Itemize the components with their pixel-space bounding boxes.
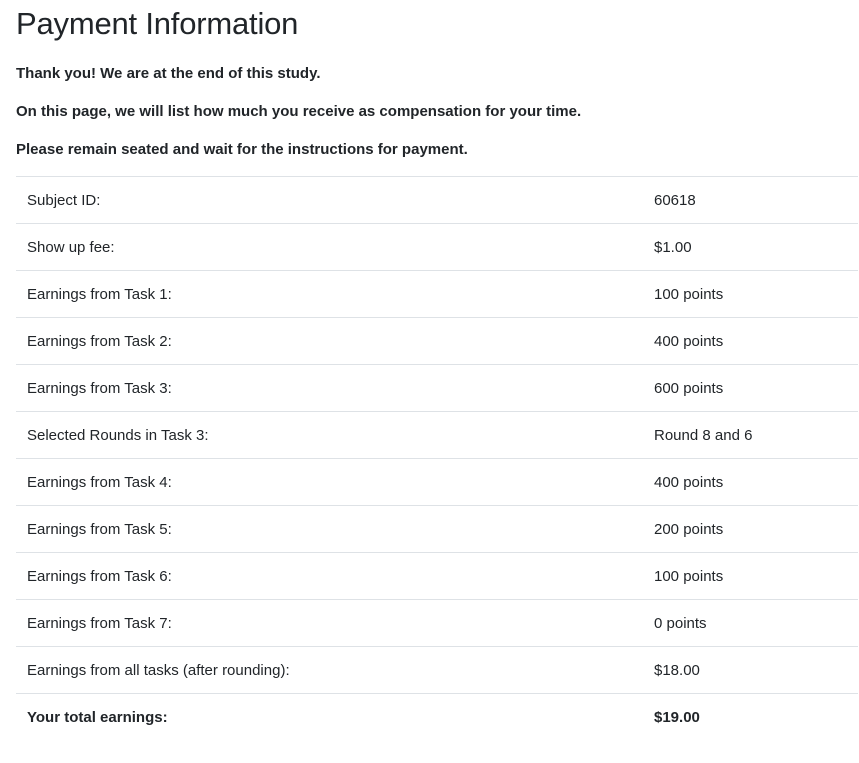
compensation-text: On this page, we will list how much you … — [16, 103, 582, 120]
table-row-task-7: Earnings from Task 7: 0 points — [16, 599, 858, 647]
row-value: 100 points — [643, 270, 858, 318]
page-title: Payment Information — [16, 6, 299, 41]
row-label: Earnings from Task 6: — [16, 552, 643, 600]
total-label: Your total earnings: — [16, 693, 643, 740]
table-row-task-2: Earnings from Task 2: 400 points — [16, 317, 858, 365]
row-value: 600 points — [643, 364, 858, 412]
table-row-selected-rounds: Selected Rounds in Task 3: Round 8 and 6 — [16, 411, 858, 459]
payment-table: Subject ID: 60618 Show up fee: $1.00 Ear… — [16, 176, 858, 740]
row-label: Earnings from all tasks (after rounding)… — [16, 646, 643, 694]
row-label: Earnings from Task 1: — [16, 270, 643, 318]
row-label: Earnings from Task 5: — [16, 505, 643, 553]
table-row-task-1: Earnings from Task 1: 100 points — [16, 270, 858, 318]
row-value: 400 points — [643, 458, 858, 506]
row-value: 60618 — [643, 176, 858, 224]
row-label: Earnings from Task 3: — [16, 364, 643, 412]
row-value: $18.00 — [643, 646, 858, 694]
row-value: 100 points — [643, 552, 858, 600]
total-value: $19.00 — [643, 693, 858, 740]
table-row-task-5: Earnings from Task 5: 200 points — [16, 505, 858, 553]
row-label: Show up fee: — [16, 223, 643, 271]
table-row-total-earnings: Your total earnings: $19.00 — [16, 693, 858, 740]
row-value: 400 points — [643, 317, 858, 365]
table-row-task-4: Earnings from Task 4: 400 points — [16, 458, 858, 506]
table-row-subject-id: Subject ID: 60618 — [16, 176, 858, 224]
row-value: 200 points — [643, 505, 858, 553]
row-value: $1.00 — [643, 223, 858, 271]
instructions-text: Please remain seated and wait for the in… — [16, 141, 468, 158]
row-label: Selected Rounds in Task 3: — [16, 411, 643, 459]
thank-you-text: Thank you! We are at the end of this stu… — [16, 65, 321, 82]
row-label: Subject ID: — [16, 176, 643, 224]
row-value: Round 8 and 6 — [643, 411, 858, 459]
row-label: Earnings from Task 4: — [16, 458, 643, 506]
row-label: Earnings from Task 2: — [16, 317, 643, 365]
table-row-show-up-fee: Show up fee: $1.00 — [16, 223, 858, 271]
row-label: Earnings from Task 7: — [16, 599, 643, 647]
table-row-all-tasks: Earnings from all tasks (after rounding)… — [16, 646, 858, 694]
table-row-task-3: Earnings from Task 3: 600 points — [16, 364, 858, 412]
table-row-task-6: Earnings from Task 6: 100 points — [16, 552, 858, 600]
row-value: 0 points — [643, 599, 858, 647]
